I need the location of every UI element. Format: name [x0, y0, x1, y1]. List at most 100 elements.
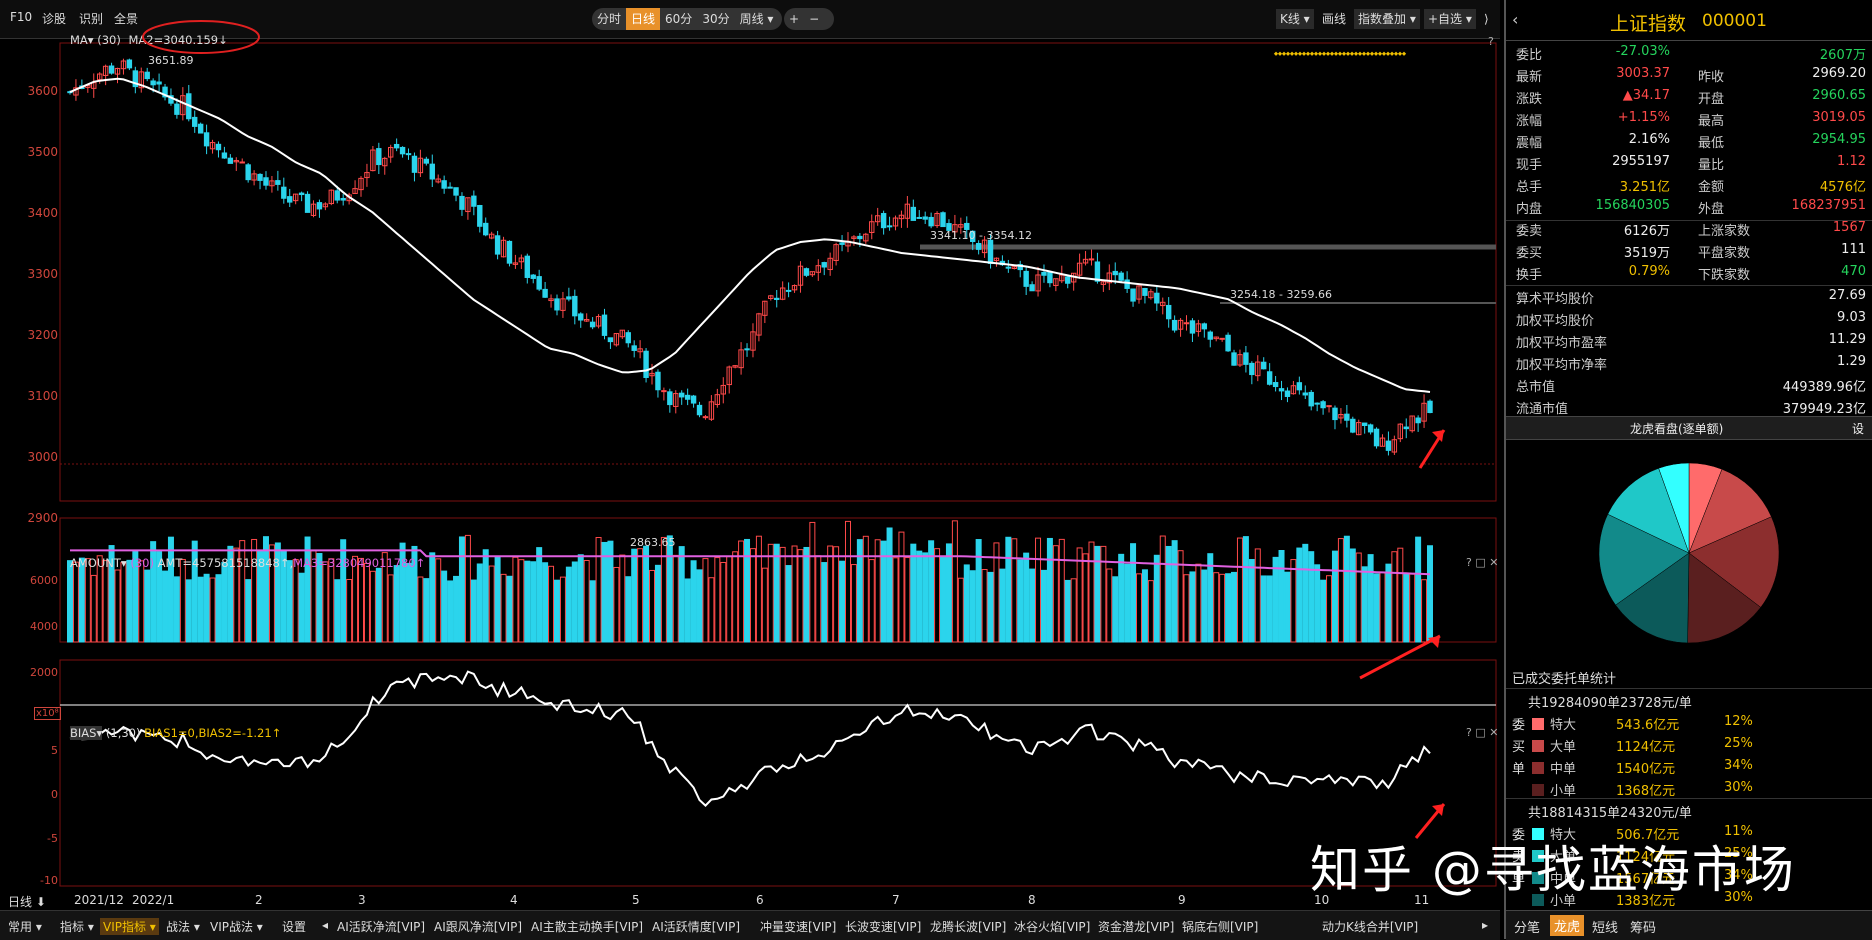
tab-weekly[interactable]: 周线 ▾ [735, 8, 779, 30]
amount-param: (30) [130, 556, 154, 570]
amount-bar [1302, 543, 1309, 643]
quote-row: 换手 0.79% 下跌家数 470 [1512, 264, 1868, 286]
stat-value: 449389.96亿 [1782, 380, 1866, 395]
amount-bar [1349, 548, 1356, 643]
f10-button[interactable]: F10 [10, 10, 32, 24]
strategy-menu[interactable]: 战法 ▾ [166, 918, 200, 935]
amount-bar [1058, 538, 1065, 643]
quote-value: -27.03% [1615, 44, 1670, 59]
amount-bar [286, 560, 293, 643]
scroll-right-icon[interactable]: ▸ [1482, 918, 1488, 932]
quote-value: 3.251亿 [1619, 180, 1670, 195]
help-icon[interactable]: ? [1488, 35, 1494, 48]
amount-bar [1005, 536, 1012, 643]
order-row: 大单 1124亿元 25% [1532, 736, 1852, 755]
amount-bar [548, 565, 555, 643]
indicator-dragon-wave[interactable]: 龙腾长波[VIP] [930, 918, 1006, 935]
amount-bar [1427, 545, 1433, 643]
signal-marker [1317, 51, 1323, 56]
panorama-button[interactable]: 全景 [114, 10, 138, 27]
indicator-hidden-dragon[interactable]: 资金潜龙[VIP] [1098, 918, 1174, 935]
zoom-controls: + − [784, 8, 834, 30]
amount-bar [363, 562, 370, 643]
tab-dragon-tiger[interactable]: 龙虎 [1550, 915, 1585, 936]
settings-button[interactable]: 设置 [282, 918, 306, 935]
candle-body [334, 190, 340, 201]
identify-button[interactable]: 识别 [79, 10, 103, 27]
vip-indicator-menu[interactable]: VIP指标 ▾ [100, 918, 159, 935]
signal-marker [1401, 51, 1407, 56]
amount-bar [387, 574, 394, 643]
indicator-ai-follow-flow[interactable]: AI跟风净流[VIP] [434, 918, 522, 935]
quote-label: 昨收 [1698, 70, 1725, 85]
indicator-ice-fire[interactable]: 冰谷火焰[VIP] [1014, 918, 1090, 935]
candle-body [471, 195, 477, 207]
indicator-ai-active-flow[interactable]: AI活跃净流[VIP] [337, 918, 425, 935]
indicator-ai-activity[interactable]: AI活跃情度[VIP] [652, 918, 740, 935]
amount-bar [322, 561, 329, 643]
tab-chips[interactable]: 筹码 [1630, 917, 1656, 936]
indicator-power-kline[interactable]: 动力K线合并[VIP] [1322, 918, 1418, 935]
amount-bar [500, 573, 507, 643]
amount-bar [749, 548, 756, 643]
indicator-longwave[interactable]: 长波变速[VIP] [845, 918, 921, 935]
scroll-left-icon[interactable]: ◂ [322, 918, 328, 932]
draw-line-button[interactable]: 画线 [1318, 9, 1350, 29]
vip-strategy-menu[interactable]: VIP战法 ▾ [210, 918, 263, 935]
amount-bar [951, 520, 958, 643]
candle-body [1367, 424, 1374, 433]
tab-60min[interactable]: 60分 [660, 8, 697, 30]
candle-body [1142, 288, 1148, 296]
tab-30min[interactable]: 30分 [697, 8, 734, 30]
amount-bar [874, 539, 881, 643]
amount-selector[interactable]: AMOUNT▾ [70, 556, 127, 570]
amount-bar [690, 560, 697, 643]
bias-panel-controls[interactable]: ? □ ✕ [1466, 726, 1498, 739]
amount-bar [1219, 573, 1226, 643]
quote-label: 委比 [1516, 48, 1543, 63]
candle-body [774, 297, 780, 301]
candle-body [393, 143, 400, 149]
amount-bar [393, 565, 400, 643]
indicator-menu[interactable]: 指标 ▾ [60, 918, 94, 935]
signal-marker [1301, 51, 1307, 56]
collapse-icon[interactable]: ⟩ [1480, 9, 1493, 29]
candle-body [1373, 428, 1380, 447]
indicator-ai-turnover[interactable]: AI主散主动换手[VIP] [531, 918, 643, 935]
amount-bar [779, 546, 786, 643]
indicator-momentum[interactable]: 冲量变速[VIP] [760, 918, 836, 935]
candle-body [1403, 426, 1409, 430]
indicator-pot-bottom[interactable]: 锅底右侧[VIP] [1182, 918, 1258, 935]
amount-bar [1183, 574, 1190, 643]
ma-selector[interactable]: MA▾ [70, 33, 94, 47]
add-watchlist-dropdown[interactable]: +自选 ▾ [1424, 9, 1476, 29]
candle-body [744, 348, 750, 351]
candle-body [126, 59, 133, 69]
quote-row: 涨跌 ▲34.17 开盘 2960.65 [1512, 88, 1868, 110]
tab-ticks[interactable]: 分笔 [1514, 917, 1540, 936]
amount-bar [726, 556, 733, 643]
candle-body [263, 177, 269, 186]
tab-intraday[interactable]: 分时 [592, 8, 626, 30]
signal-marker [1285, 51, 1291, 56]
kline-type-dropdown[interactable]: K线 ▾ [1276, 9, 1314, 29]
diagnose-button[interactable]: 诊股 [42, 10, 66, 27]
x-period-label[interactable]: 日线 ⬇ [8, 893, 46, 910]
tab-daily[interactable]: 日线 [626, 8, 661, 30]
amount-bar [494, 556, 501, 643]
deal-stats-title: 已成交委托单统计 [1512, 672, 1617, 687]
bias-selector[interactable]: BIAS▾ [70, 726, 103, 740]
lhb-settings-button[interactable]: 设 [1852, 420, 1864, 437]
amount-panel-controls[interactable]: ? □ ✕ [1466, 556, 1498, 569]
common-menu[interactable]: 常用 ▾ [8, 918, 42, 935]
tab-short-term[interactable]: 短线 [1592, 917, 1618, 936]
amount-bar [1165, 545, 1172, 643]
x-label: 2021/12 [74, 893, 124, 907]
order-row: 小单 1368亿元 30% [1532, 780, 1852, 799]
index-overlay-dropdown[interactable]: 指数叠加 ▾ [1354, 9, 1420, 29]
kline-chart-area[interactable] [0, 38, 1500, 910]
quote-label: 最新 [1516, 70, 1543, 85]
zoom-in-button[interactable]: + [784, 8, 804, 30]
zoom-out-button[interactable]: − [804, 8, 824, 30]
back-icon[interactable]: ‹ [1512, 10, 1518, 29]
